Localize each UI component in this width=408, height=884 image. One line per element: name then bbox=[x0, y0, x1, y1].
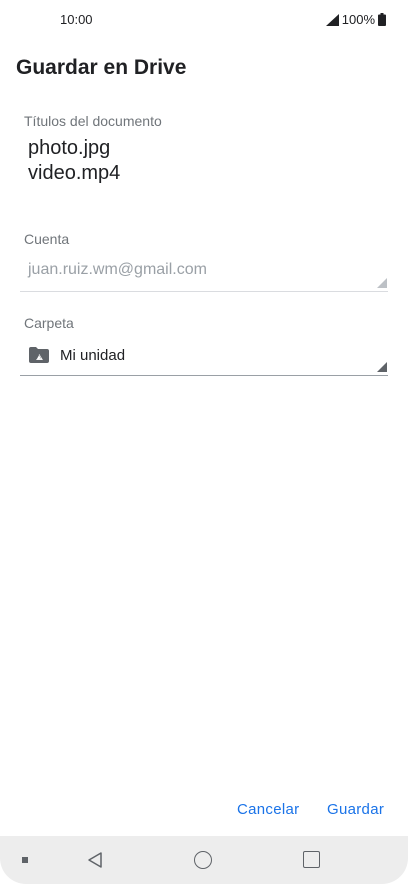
document-titles-field[interactable]: photo.jpg video.mp4 bbox=[28, 136, 120, 186]
drive-folder-icon bbox=[29, 347, 49, 363]
folder-value: Mi unidad bbox=[60, 347, 126, 364]
folder-dropdown[interactable]: Mi unidad bbox=[20, 338, 388, 376]
account-value: juan.ruiz.wm@gmail.com bbox=[28, 261, 207, 278]
navigation-bar bbox=[0, 836, 408, 884]
recents-icon[interactable] bbox=[303, 851, 320, 868]
account-dropdown[interactable]: juan.ruiz.wm@gmail.com bbox=[20, 254, 388, 292]
dialog-title: Guardar en Drive bbox=[16, 56, 187, 79]
folder-label: Carpeta bbox=[24, 315, 74, 331]
square-dot-icon[interactable] bbox=[22, 857, 28, 863]
document-title-item: video.mp4 bbox=[28, 162, 121, 184]
status-indicators: 100% bbox=[325, 12, 386, 27]
back-icon[interactable] bbox=[86, 851, 104, 869]
cancel-button[interactable]: Cancelar bbox=[235, 797, 301, 822]
save-button[interactable]: Guardar bbox=[325, 797, 386, 822]
document-titles-label: Títulos del documento bbox=[24, 113, 162, 129]
status-time: 10:00 bbox=[60, 12, 93, 27]
battery-percent: 100% bbox=[341, 12, 375, 27]
home-icon[interactable] bbox=[194, 851, 212, 869]
dropdown-arrow-icon bbox=[377, 362, 387, 372]
battery-icon bbox=[378, 13, 386, 26]
document-title-item: photo.jpg bbox=[28, 137, 111, 159]
account-label: Cuenta bbox=[24, 231, 70, 247]
signal-icon bbox=[325, 13, 339, 26]
dropdown-arrow-icon bbox=[377, 278, 387, 288]
status-bar: 10:00 100% bbox=[0, 0, 408, 40]
